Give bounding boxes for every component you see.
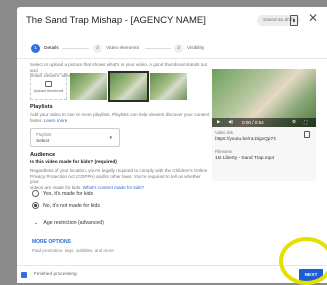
- filename-value: 1st Liberty - Sand Trap.mp4: [215, 156, 275, 161]
- thumbnail-row: Upload thumbnail: [30, 71, 187, 102]
- hd-badge-icon: [21, 272, 27, 278]
- step-number: 1: [31, 44, 40, 53]
- age-restriction-label: Age restriction (advanced): [43, 220, 104, 226]
- radio-label: No, it's not made for kids: [43, 202, 100, 209]
- step-visibility[interactable]: 3 Visibility: [174, 44, 204, 53]
- playlists-select[interactable]: Playlists Select ▾: [30, 128, 120, 147]
- step-label: Video elements: [106, 46, 139, 51]
- dialog-header: The Sand Trap Mishap - [AGENCY NAME] Sav…: [17, 7, 327, 36]
- dialog-footer: Finished processing NEXT: [17, 265, 327, 283]
- processing-status: Finished processing: [34, 272, 77, 277]
- step-details[interactable]: 1 Details: [31, 44, 59, 53]
- volume-icon[interactable]: ◀): [228, 119, 233, 125]
- playlists-select-label: Playlists: [36, 132, 52, 137]
- thumbnail-option-selected[interactable]: [108, 71, 149, 102]
- playlists-desc-line: faster. Learn more: [30, 118, 210, 124]
- audience-description: Regardless of your location, you're lega…: [30, 168, 210, 190]
- radio-label: Yes, it's made for kids: [43, 190, 94, 197]
- thumbnail-desc-line: Select or upload a picture that shows wh…: [30, 62, 208, 73]
- radio-made-for-kids[interactable]: Yes, it's made for kids: [32, 190, 93, 197]
- filename-label: Filename: [215, 149, 233, 154]
- audience-subheading: Is this video made for kids? (required): [30, 160, 117, 165]
- radio-circle[interactable]: [32, 190, 39, 197]
- radio-not-made-for-kids[interactable]: No, it's not made for kids: [32, 202, 100, 209]
- playlists-desc-text: faster.: [30, 117, 43, 123]
- close-icon[interactable]: ✕: [308, 12, 318, 24]
- step-number: 3: [174, 44, 183, 53]
- stepper: 1 Details 2 Video elements 3 Visibility: [17, 37, 327, 59]
- audience-heading: Audience: [30, 152, 56, 158]
- upload-thumbnail-label: Upload thumbnail: [33, 88, 64, 93]
- upload-dialog: The Sand Trap Mishap - [AGENCY NAME] Sav…: [17, 7, 327, 283]
- playlists-heading: Playlists: [30, 104, 53, 110]
- video-time: 0:00 / 0:54: [242, 120, 264, 125]
- dialog-title: The Sand Trap Mishap - [AGENCY NAME]: [26, 15, 206, 26]
- image-upload-icon: [45, 80, 52, 87]
- step-connector: [62, 48, 89, 49]
- video-link[interactable]: https://youtu.be/nLDigvQp74: [215, 137, 276, 142]
- more-options-subtext: Paid promotion, tags, subtitles, and mor…: [32, 248, 114, 253]
- audience-desc-line: Privacy Protection Act (COPPA) and/or ot…: [30, 173, 201, 185]
- radio-circle-selected[interactable]: [32, 202, 39, 209]
- video-preview[interactable]: ▶ ◀) 0:00 / 0:54 ⚙ ⛶: [212, 69, 316, 127]
- video-link-label: Video link: [215, 130, 234, 135]
- audience-desc-line: Regardless of your location, you're lega…: [30, 168, 208, 173]
- step-video-elements[interactable]: 2 Video elements: [93, 44, 139, 53]
- step-connector: [145, 48, 171, 49]
- playlists-description: Add your video to one or more playlists.…: [30, 112, 210, 123]
- chevron-down-icon: ⌄: [34, 220, 39, 226]
- more-options-button[interactable]: MORE OPTIONS: [32, 239, 71, 245]
- upload-thumbnail-button[interactable]: Upload thumbnail: [30, 73, 67, 100]
- playlists-select-value: Select: [36, 139, 50, 144]
- copy-icon[interactable]: [304, 131, 310, 138]
- thumbnail-option[interactable]: [150, 73, 187, 100]
- next-button[interactable]: NEXT: [299, 269, 323, 281]
- step-label: Visibility: [187, 46, 205, 51]
- step-number: 2: [93, 44, 102, 53]
- fullscreen-icon[interactable]: ⛶: [304, 120, 307, 125]
- video-info-panel: Video link https://youtu.be/nLDigvQp74 F…: [212, 127, 316, 181]
- settings-gear-icon[interactable]: ⚙: [292, 119, 296, 125]
- age-restriction-toggle[interactable]: ⌄ Age restriction (advanced): [34, 220, 104, 226]
- feedback-icon[interactable]: [290, 15, 298, 26]
- play-icon[interactable]: ▶: [217, 119, 221, 125]
- step-label: Details: [44, 46, 59, 51]
- playlists-learn-more-link[interactable]: Learn more: [44, 118, 68, 123]
- chevron-down-icon: ▾: [109, 135, 112, 141]
- thumbnail-option[interactable]: [70, 73, 107, 100]
